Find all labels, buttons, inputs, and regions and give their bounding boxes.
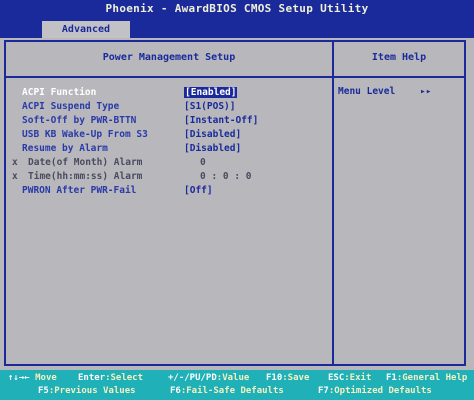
main-frame: Power Management Setup Item Help ACPI Fu… [4,40,466,366]
setting-value[interactable]: [Off] [184,184,213,198]
setting-time-alarm: x Time(hh:mm:ss) Alarm 0 : 0 : 0 [6,170,332,184]
hotkey-general-help: F1:General Help [386,373,468,383]
setting-label: Resume by Alarm [22,143,108,154]
disabled-marker: x [12,171,18,182]
hotkey-move: ↑↓→← Move [8,373,57,383]
setting-usb-kb-wake-up[interactable]: USB KB Wake-Up From S3 [Disabled] [6,128,332,142]
setting-value: 0 [200,157,206,168]
setting-resume-by-alarm[interactable]: Resume by Alarm [Disabled] [6,142,332,156]
setting-pwron-after-pwr-fail[interactable]: PWRON After PWR-Fail [Off] [6,184,332,198]
hotkey-fail-safe-defaults: F6:Fail-Safe Defaults [170,386,284,396]
setting-label: PWRON After PWR-Fail [22,185,137,196]
setting-value: 0 : 0 : 0 [200,171,252,182]
setting-soft-off-pwr-bttn[interactable]: Soft-Off by PWR-BTTN [Instant-Off] [6,114,332,128]
setting-value[interactable]: [Instant-Off] [184,114,258,128]
menu-level-arrows-icon: ▸▸ [420,86,432,97]
hotkey-previous-values: F5:Previous Values [38,386,136,396]
setting-label: Time(hh:mm:ss) Alarm [28,171,143,182]
setting-date-alarm: x Date(of Month) Alarm 0 [6,156,332,170]
disabled-marker: x [12,157,18,168]
title-bar: Phoenix - AwardBIOS CMOS Setup Utility [0,0,474,18]
hotkey-select: Enter:Select [78,373,144,383]
hotkey-exit: ESC:Exit [328,373,372,383]
tab-advanced[interactable]: Advanced [42,21,130,38]
hotkey-value: +/-/PU/PD:Value [168,373,250,383]
setting-value[interactable]: [Disabled] [184,128,241,142]
header-divider [6,76,464,78]
setting-value[interactable]: [Disabled] [184,142,241,156]
setting-label: USB KB Wake-Up From S3 [22,129,148,140]
hotkey-save: F10:Save [266,373,310,383]
menu-bar: Advanced [0,18,474,38]
hotkey-optimized-defaults: F7:Optimized Defaults [318,386,432,396]
help-menu-level: Menu Level [338,86,396,97]
setting-value-text: [Enabled] [184,87,238,98]
setting-label: Soft-Off by PWR-BTTN [22,115,137,126]
setting-label: ACPI Function [22,87,97,98]
setting-acpi-suspend-type[interactable]: ACPI Suspend Type [S1(POS)] [6,100,332,114]
help-panel-title: Item Help [371,52,427,63]
setting-acpi-function[interactable]: ACPI Function [Enabled] [6,86,332,100]
panel-divider [332,42,334,364]
setting-label: ACPI Suspend Type [22,101,120,112]
hotkey-bar: ↑↓→← Move Enter:Select +/-/PU/PD:Value F… [0,370,474,400]
setting-value[interactable]: [Enabled] [184,86,238,100]
section-title: Power Management Setup [102,52,236,63]
setting-label: Date(of Month) Alarm [28,157,143,168]
setting-value[interactable]: [S1(POS)] [184,100,235,114]
bios-screen: Phoenix - AwardBIOS CMOS Setup Utility A… [0,0,474,400]
